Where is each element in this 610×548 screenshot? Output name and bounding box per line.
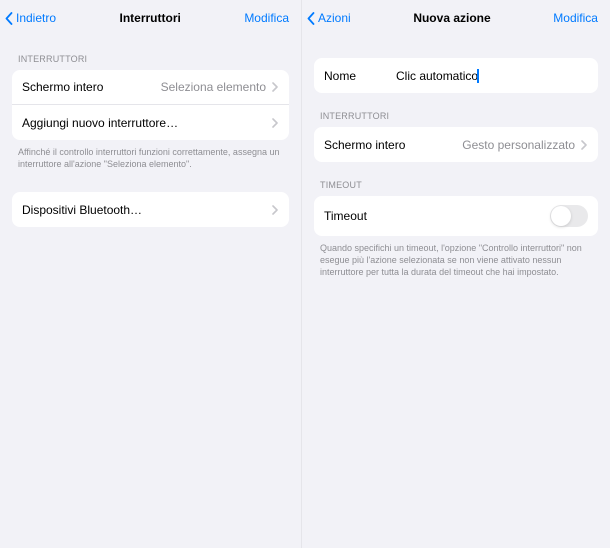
group-name: Nome Clic automatico — [314, 58, 598, 93]
group-bluetooth: Dispositivi Bluetooth… — [12, 192, 289, 227]
chevron-left-icon — [306, 11, 316, 25]
group-switches: Schermo intero Seleziona elemento Aggiun… — [12, 70, 289, 140]
group-timeout: Timeout — [314, 196, 598, 236]
row-fullscreen[interactable]: Schermo intero Seleziona elemento — [12, 70, 289, 105]
back-label: Azioni — [318, 11, 351, 25]
row-name[interactable]: Nome Clic automatico — [314, 58, 598, 93]
header-right: Azioni Nuova azione Modifica — [302, 0, 610, 36]
toggle-knob — [551, 206, 571, 226]
row-value — [266, 117, 279, 128]
section-header-timeout: TIMEOUT — [314, 162, 598, 196]
pane-new-action: Azioni Nuova azione Modifica Nome Clic a… — [302, 0, 610, 548]
pane-switches: Indietro Interruttori Modifica INTERRUTT… — [0, 0, 302, 548]
row-label: Schermo intero — [22, 80, 103, 94]
name-input[interactable]: Clic automatico — [396, 69, 479, 83]
page-title: Interruttori — [120, 11, 181, 25]
edit-button[interactable]: Modifica — [244, 11, 289, 25]
text-cursor — [477, 69, 479, 83]
footer-text-switches: Affinché il controllo interruttori funzi… — [12, 140, 289, 170]
chevron-right-icon — [272, 82, 279, 93]
footer-text-timeout: Quando specifichi un timeout, l'opzione … — [314, 236, 598, 278]
row-label: Timeout — [324, 209, 367, 223]
row-label: Dispositivi Bluetooth… — [22, 203, 142, 217]
row-fullscreen-right[interactable]: Schermo intero Gesto personalizzato — [314, 127, 598, 162]
chevron-right-icon — [272, 117, 279, 128]
row-value: Gesto personalizzato — [462, 138, 588, 152]
row-timeout: Timeout — [314, 196, 598, 236]
back-button[interactable]: Indietro — [4, 11, 56, 25]
group-switches-right: Schermo intero Gesto personalizzato — [314, 127, 598, 162]
name-label: Nome — [324, 69, 396, 83]
page-title: Nuova azione — [413, 11, 490, 25]
content-left: INTERRUTTORI Schermo intero Seleziona el… — [0, 36, 301, 227]
row-label: Schermo intero — [324, 138, 405, 152]
content-right: Nome Clic automatico INTERRUTTORI Scherm… — [302, 36, 610, 278]
row-bluetooth[interactable]: Dispositivi Bluetooth… — [12, 192, 289, 227]
section-header-switches: INTERRUTTORI — [314, 93, 598, 127]
header-left: Indietro Interruttori Modifica — [0, 0, 301, 36]
row-value — [266, 204, 279, 215]
section-header-switches: INTERRUTTORI — [12, 36, 289, 70]
chevron-left-icon — [4, 11, 14, 25]
row-add-switch[interactable]: Aggiungi nuovo interruttore… — [12, 105, 289, 140]
edit-button[interactable]: Modifica — [553, 11, 598, 25]
timeout-toggle[interactable] — [550, 205, 588, 227]
row-label: Aggiungi nuovo interruttore… — [22, 116, 178, 130]
chevron-right-icon — [581, 139, 588, 150]
row-value: Seleziona elemento — [161, 80, 279, 94]
back-label: Indietro — [16, 11, 56, 25]
chevron-right-icon — [272, 204, 279, 215]
back-button[interactable]: Azioni — [306, 11, 351, 25]
